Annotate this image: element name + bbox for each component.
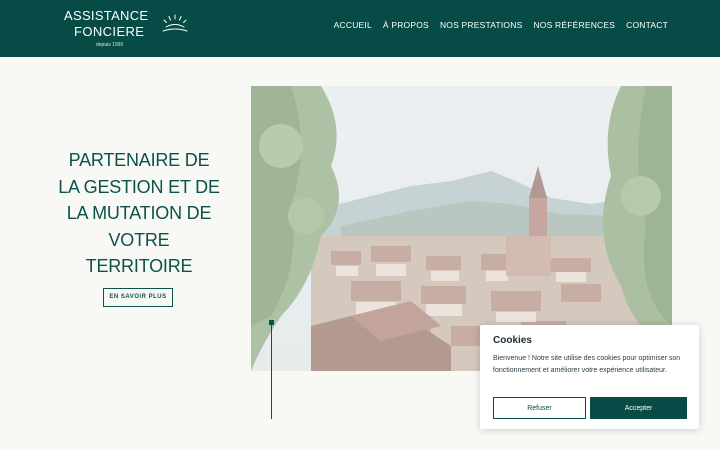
nav-contact[interactable]: CONTACT [626,20,668,30]
logo[interactable]: ASSISTANCE FONCIERE depuis 1990 [64,9,192,51]
nav-references[interactable]: NOS RÉFÉRENCES [533,20,615,30]
hero-title: PARTENAIRE DE LA GESTION ET DE LA MUTATI… [58,150,220,276]
cookie-banner: Cookies Bienvenue ! Notre site utilise d… [480,325,699,429]
logo-line1: ASSISTANCE [64,8,149,23]
logo-since: depuis 1990 [96,42,124,48]
timeline-line [271,325,272,419]
nav-accueil[interactable]: ACCUEIL [334,20,372,30]
site-header: ASSISTANCE FONCIERE depuis 1990 ACCUEIL … [0,0,720,57]
logo-line2: FONCIERE [74,24,145,39]
cookie-title: Cookies [493,335,532,346]
accept-cookies-button[interactable]: Accepter [590,397,687,419]
learn-more-button[interactable]: EN SAVOIR PLUS [103,288,173,307]
nav-prestations[interactable]: NOS PRESTATIONS [440,20,523,30]
sun-icon [162,14,188,32]
main-nav: ACCUEIL À PROPOS NOS PRESTATIONS NOS RÉF… [334,20,668,30]
nav-a-propos[interactable]: À PROPOS [383,20,429,30]
refuse-cookies-button[interactable]: Refuser [493,397,586,419]
cookie-text: Bienvenue ! Notre site utilise des cooki… [493,355,681,374]
